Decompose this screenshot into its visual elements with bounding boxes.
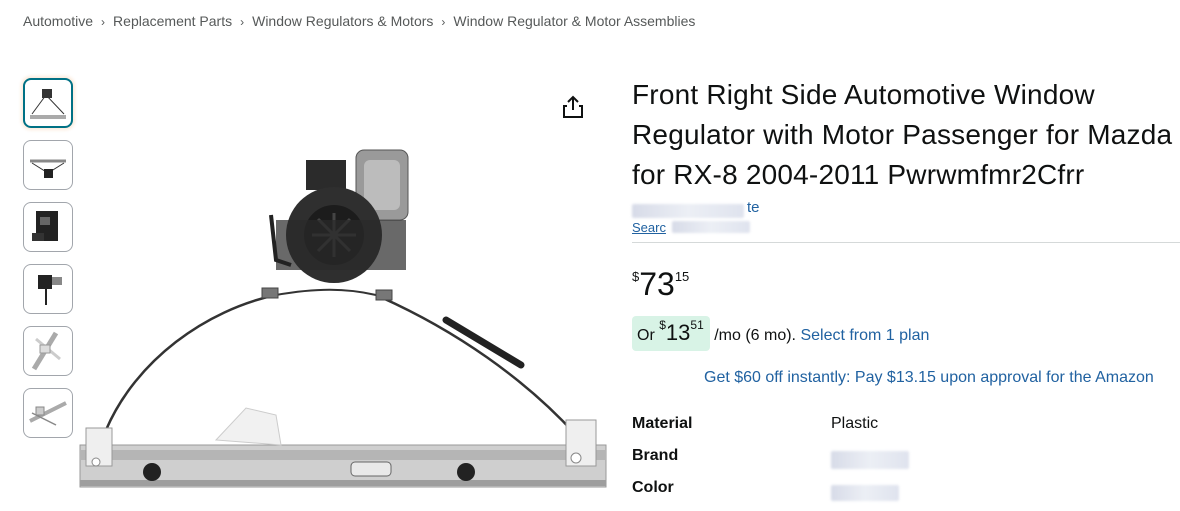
price-whole: 73 bbox=[639, 266, 675, 302]
price-fraction: 15 bbox=[674, 269, 690, 284]
store-link[interactable]: te bbox=[632, 199, 1180, 221]
store-link-tail: te bbox=[747, 199, 760, 216]
monthly-fraction: 51 bbox=[690, 318, 704, 332]
spec-value: Plastic bbox=[831, 415, 879, 432]
breadcrumb-automotive[interactable]: Automotive bbox=[23, 13, 93, 29]
monthly-prefix: Or bbox=[637, 327, 660, 344]
select-plan-link[interactable]: Select from 1 plan bbox=[800, 327, 929, 344]
thumbnail-1[interactable] bbox=[23, 78, 73, 128]
price: $7315 bbox=[632, 265, 689, 303]
search-link-redacted bbox=[672, 221, 750, 233]
promo-link[interactable]: Get $60 off instantly: Pay $13.15 upon a… bbox=[704, 369, 1154, 387]
breadcrumb-window-regulator-assemblies[interactable]: Window Regulator & Motor Assemblies bbox=[453, 13, 695, 29]
breadcrumb: Automotive › Replacement Parts › Window Regu… bbox=[23, 13, 696, 29]
monthly-suffix: /mo (6 mo). bbox=[709, 327, 801, 344]
breadcrumb-window-regulators-motors[interactable]: Window Regulators & Motors bbox=[252, 13, 433, 29]
divider bbox=[632, 242, 1180, 243]
spec-label: Material bbox=[632, 415, 693, 432]
product-info: Front Right Side Automotive Window Regul… bbox=[632, 75, 1180, 240]
thumbnail-4[interactable] bbox=[23, 264, 73, 314]
monthly-whole: 13 bbox=[665, 320, 691, 345]
search-link-text: Searc bbox=[632, 220, 666, 235]
monthly-payment: Or $1351 /mo (6 mo). Select from 1 plan bbox=[632, 316, 929, 351]
breadcrumb-replacement-parts[interactable]: Replacement Parts bbox=[113, 13, 232, 29]
monthly-symbol: $ bbox=[659, 318, 666, 332]
spec-label: Brand bbox=[632, 447, 679, 464]
thumbnail-2[interactable] bbox=[23, 140, 73, 190]
spec-value-redacted bbox=[831, 451, 909, 469]
spec-label: Color bbox=[632, 479, 674, 496]
product-main-image[interactable] bbox=[76, 140, 608, 500]
product-title: Front Right Side Automotive Window Regul… bbox=[632, 79, 1173, 190]
spec-value-redacted bbox=[831, 485, 899, 501]
price-symbol: $ bbox=[632, 269, 640, 284]
thumbnail-3[interactable] bbox=[23, 202, 73, 252]
monthly-chip: Or $1351 bbox=[632, 316, 710, 351]
search-link[interactable]: Searc bbox=[632, 220, 1180, 240]
thumbnail-5[interactable] bbox=[23, 326, 73, 376]
store-link-redacted bbox=[632, 204, 744, 218]
share-icon[interactable] bbox=[560, 94, 586, 120]
thumbnail-strip bbox=[23, 78, 75, 450]
thumbnail-6[interactable] bbox=[23, 388, 73, 438]
